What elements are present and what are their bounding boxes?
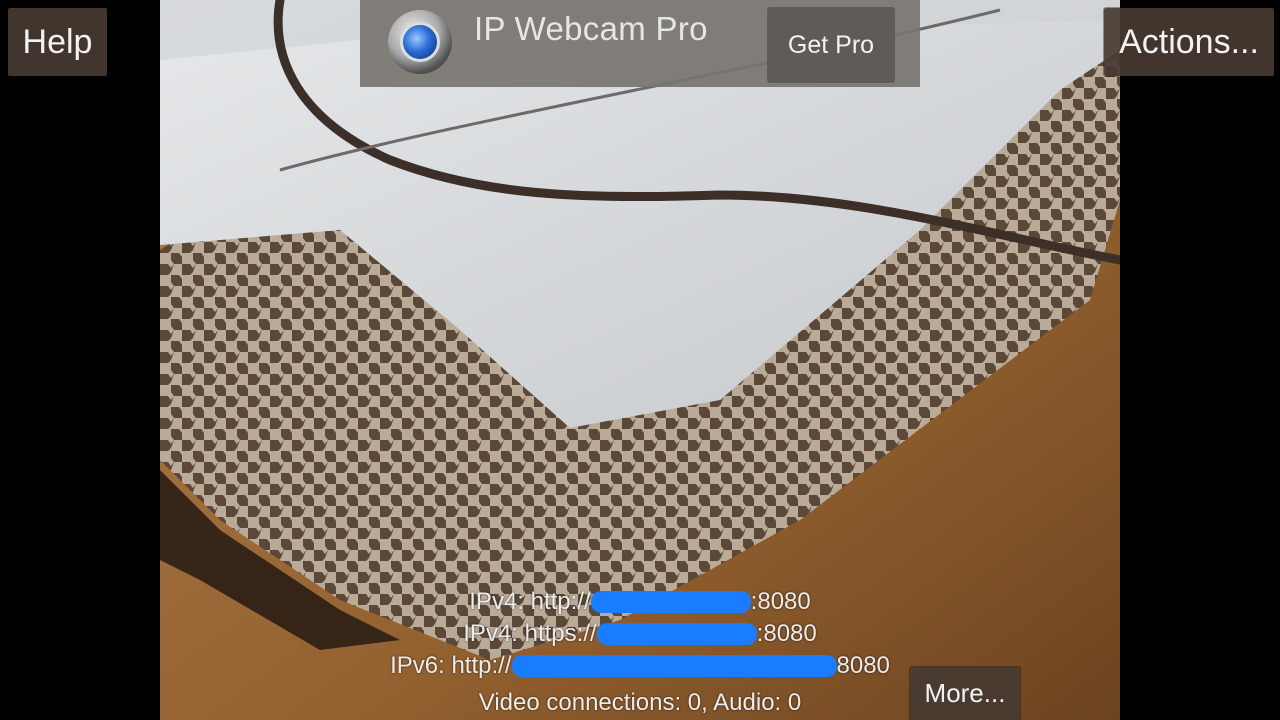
ipv6-http-port: 8080 — [836, 652, 890, 679]
ipv4-https-prefix: IPv4: https:// — [463, 620, 597, 647]
ipv4-http-line: IPv4: http:// :8080 — [160, 587, 1120, 617]
help-button-label: Help — [22, 22, 93, 61]
redacted-address — [596, 623, 757, 645]
get-pro-button[interactable]: Get Pro — [768, 8, 894, 82]
redacted-address — [590, 591, 751, 613]
actions-button-label: Actions... — [1119, 22, 1259, 61]
ipv4-https-port: :8080 — [756, 620, 817, 647]
ipv4-http-prefix: IPv4: http:// — [469, 588, 591, 615]
lens-glass — [400, 22, 440, 62]
app-screen: Help Actions... IP Webcam Pro Get Pro IP… — [0, 0, 1280, 720]
ad-title: IP Webcam Pro — [474, 10, 708, 47]
redacted-address — [511, 655, 837, 677]
actions-button[interactable]: Actions... — [1104, 8, 1274, 76]
ad-banner[interactable]: IP Webcam Pro Get Pro — [360, 0, 920, 87]
ipv6-http-prefix: IPv6: http:// — [390, 652, 512, 679]
ipv4-http-port: :8080 — [750, 588, 811, 615]
ipv4-https-line: IPv4: https:// :8080 — [160, 619, 1120, 649]
help-button[interactable]: Help — [8, 8, 107, 76]
more-button-label: More... — [924, 678, 1006, 708]
get-pro-label: Get Pro — [787, 30, 875, 59]
camera-lens-icon — [388, 10, 452, 74]
more-button[interactable]: More... — [910, 667, 1020, 720]
